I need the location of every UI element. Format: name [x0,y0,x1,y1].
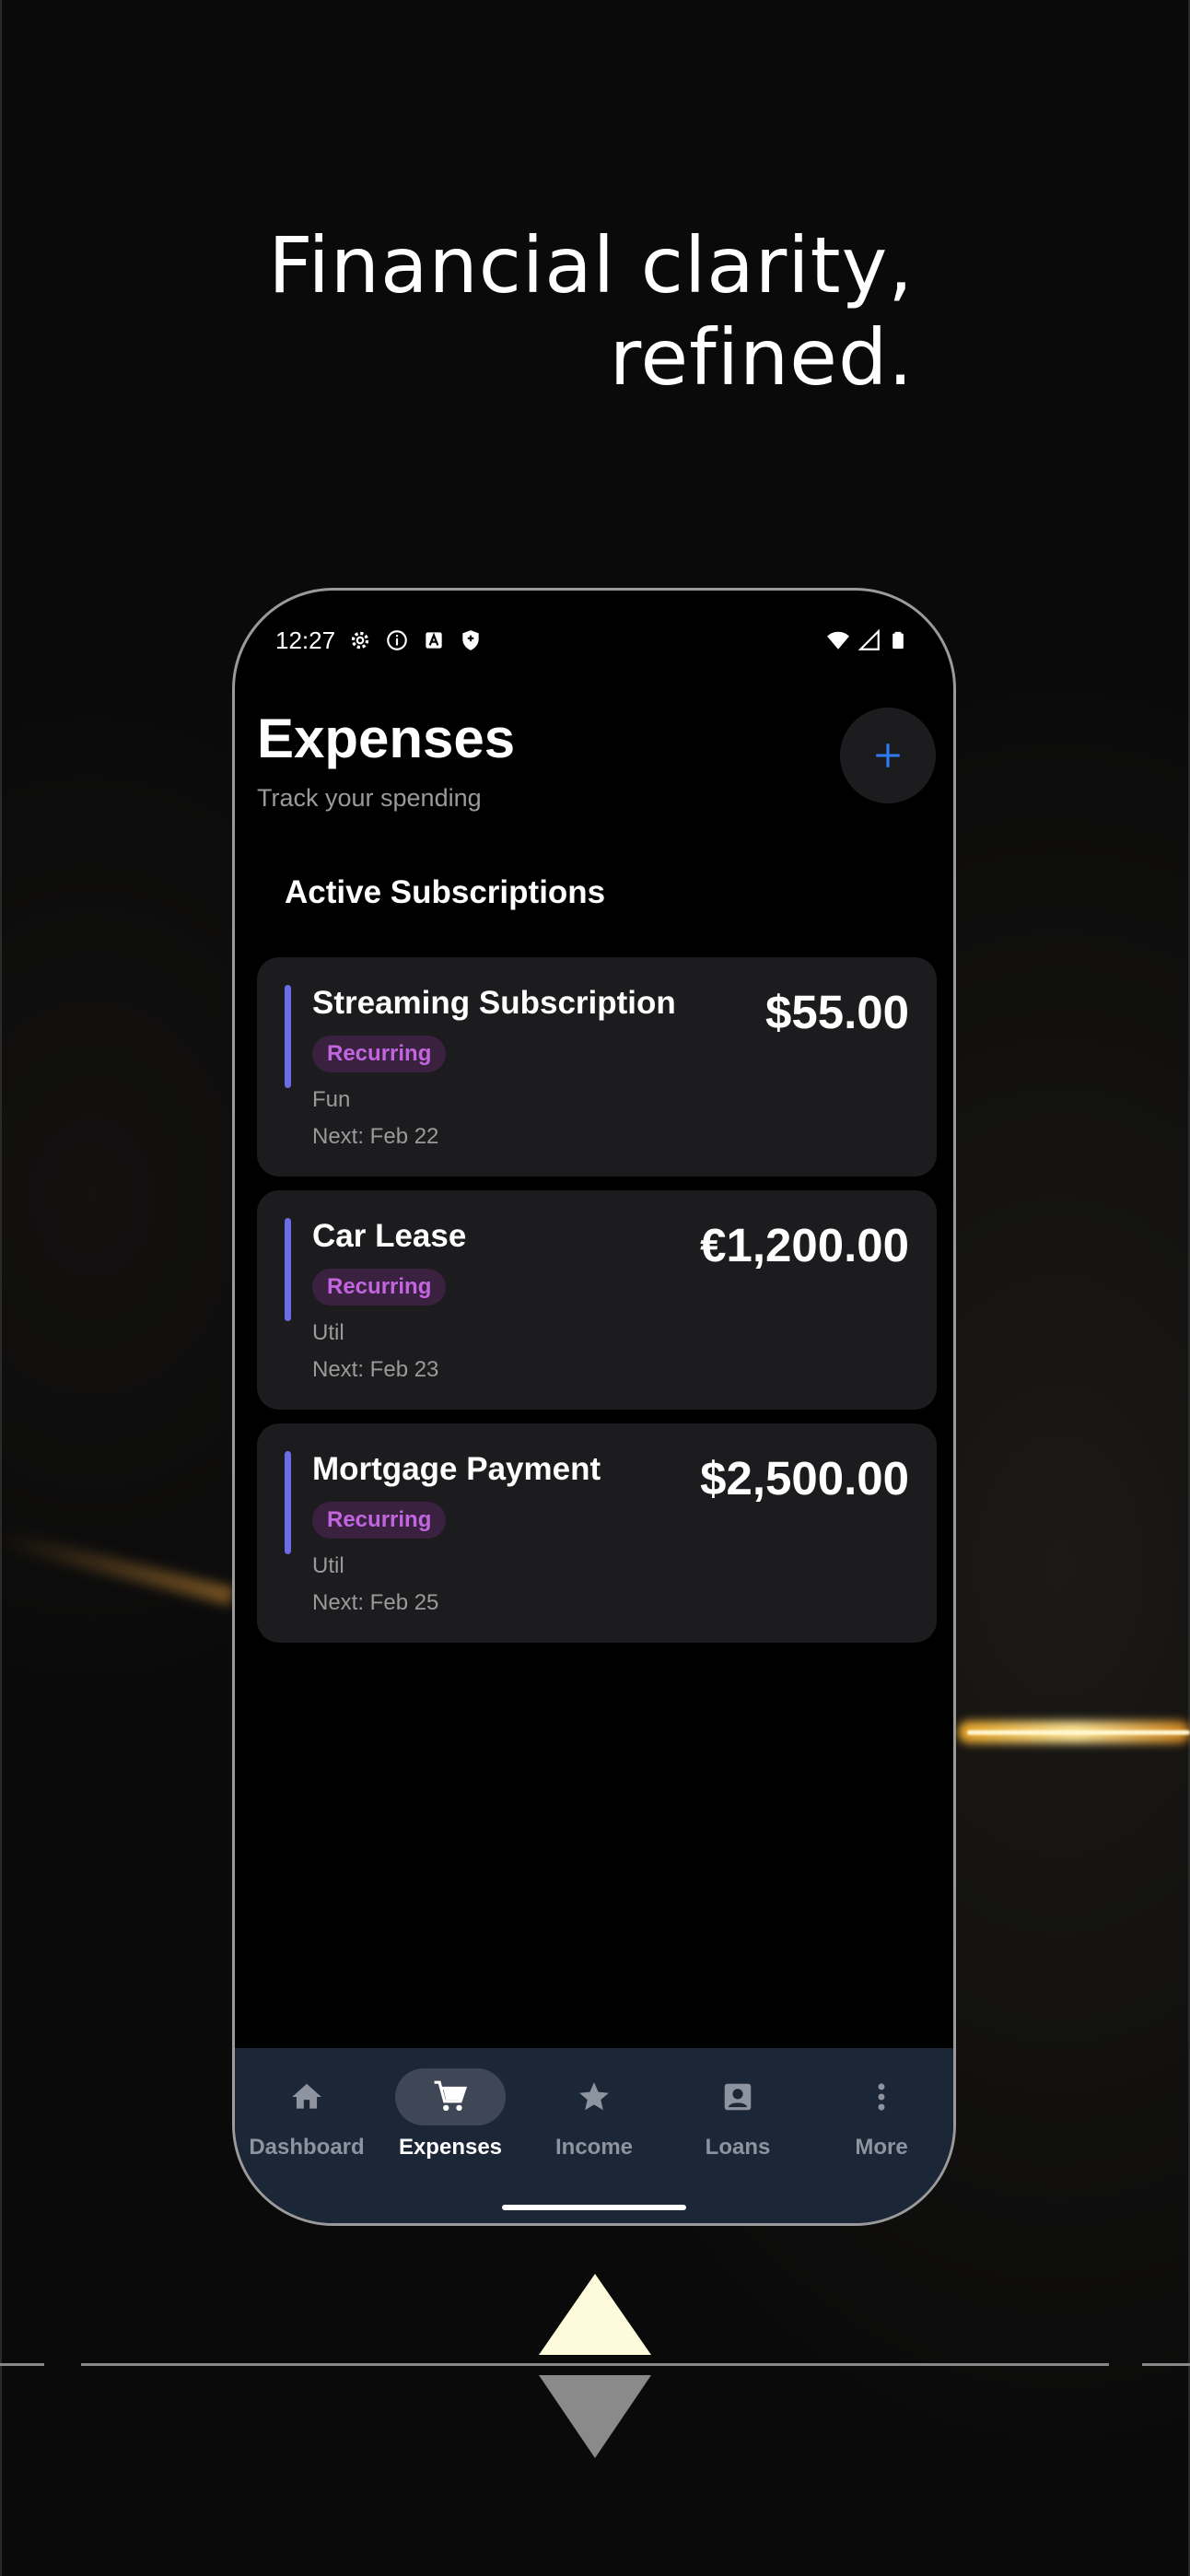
shield-icon [459,628,483,652]
subscription-card[interactable]: Mortgage Payment $2,500.00 Recurring Uti… [257,1423,937,1643]
signal-icon [858,628,881,652]
nav-label: Dashboard [249,2135,365,2160]
nav-label: Expenses [398,2135,503,2160]
light-streak-left [0,1529,235,1606]
phone-frame: 12:27 Expenses Track your spending Activ… [232,588,956,2226]
triangle-up-icon [539,2274,651,2355]
nav-label: More [855,2135,908,2160]
subscription-amount: €1,200.00 [700,1219,909,1271]
triangle-down-icon [539,2375,651,2458]
section-title: Active Subscriptions [285,874,606,910]
subscription-name: Streaming Subscription [312,985,676,1021]
subscription-next-date: Next: Feb 22 [312,1124,439,1149]
page-title: Expenses [257,708,516,769]
status-time: 12:27 [275,626,336,654]
battery-icon [889,628,913,652]
subscription-card[interactable]: Streaming Subscription $55.00 Recurring … [257,957,937,1177]
contact-icon [724,2083,752,2111]
subscription-amount: $55.00 [765,986,909,1038]
subscription-category: Util [312,1553,344,1578]
page-subtitle: Track your spending [257,784,482,812]
headline-line-1: Financial clarity, [268,220,914,310]
subscription-card[interactable]: Car Lease €1,200.00 Recurring Util Next:… [257,1190,937,1410]
left-edge-line [0,0,2,2576]
settings-icon [348,628,372,652]
subscription-name: Car Lease [312,1218,467,1254]
star-icon [579,2082,609,2111]
card-accent-bar [285,1218,291,1321]
subscription-amount: $2,500.00 [700,1452,909,1505]
nav-item-more[interactable]: More [810,2048,953,2223]
divider-line [1142,2363,1190,2366]
status-bar: 12:27 [275,622,913,659]
bottom-nav: Dashboard Expenses Income Loans More [235,2048,953,2223]
subscription-next-date: Next: Feb 25 [312,1590,439,1615]
subscription-next-date: Next: Feb 23 [312,1357,439,1382]
nav-item-dashboard[interactable]: Dashboard [235,2048,379,2223]
plus-icon [876,744,900,767]
subscription-category: Fun [312,1087,351,1112]
add-expense-button[interactable] [840,708,936,803]
wifi-icon [826,628,850,652]
card-accent-bar [285,985,291,1088]
home-icon [292,2083,321,2109]
more-vert-icon [878,2083,885,2111]
font-a-icon [422,628,446,652]
recurring-badge: Recurring [312,1269,447,1306]
subscription-category: Util [312,1320,344,1345]
nav-label: Loans [705,2135,771,2160]
headline-line-2: refined. [609,312,914,403]
nav-active-pill [395,2068,506,2125]
subscription-name: Mortgage Payment [312,1451,601,1487]
divider-line [81,2363,1109,2366]
divider-line [0,2363,44,2366]
cart-icon [434,2080,468,2112]
nav-item-expenses[interactable]: Expenses [379,2048,522,2223]
recurring-badge: Recurring [312,1036,447,1072]
nav-item-income[interactable]: Income [522,2048,666,2223]
home-indicator[interactable] [502,2205,686,2210]
headline: Financial clarity, refined. [85,219,914,404]
nav-label: Income [554,2135,634,2160]
nav-item-loans[interactable]: Loans [666,2048,810,2223]
light-streak-right-core [967,1730,1190,1735]
recurring-badge: Recurring [312,1502,447,1539]
card-accent-bar [285,1451,291,1554]
info-icon [385,628,409,652]
